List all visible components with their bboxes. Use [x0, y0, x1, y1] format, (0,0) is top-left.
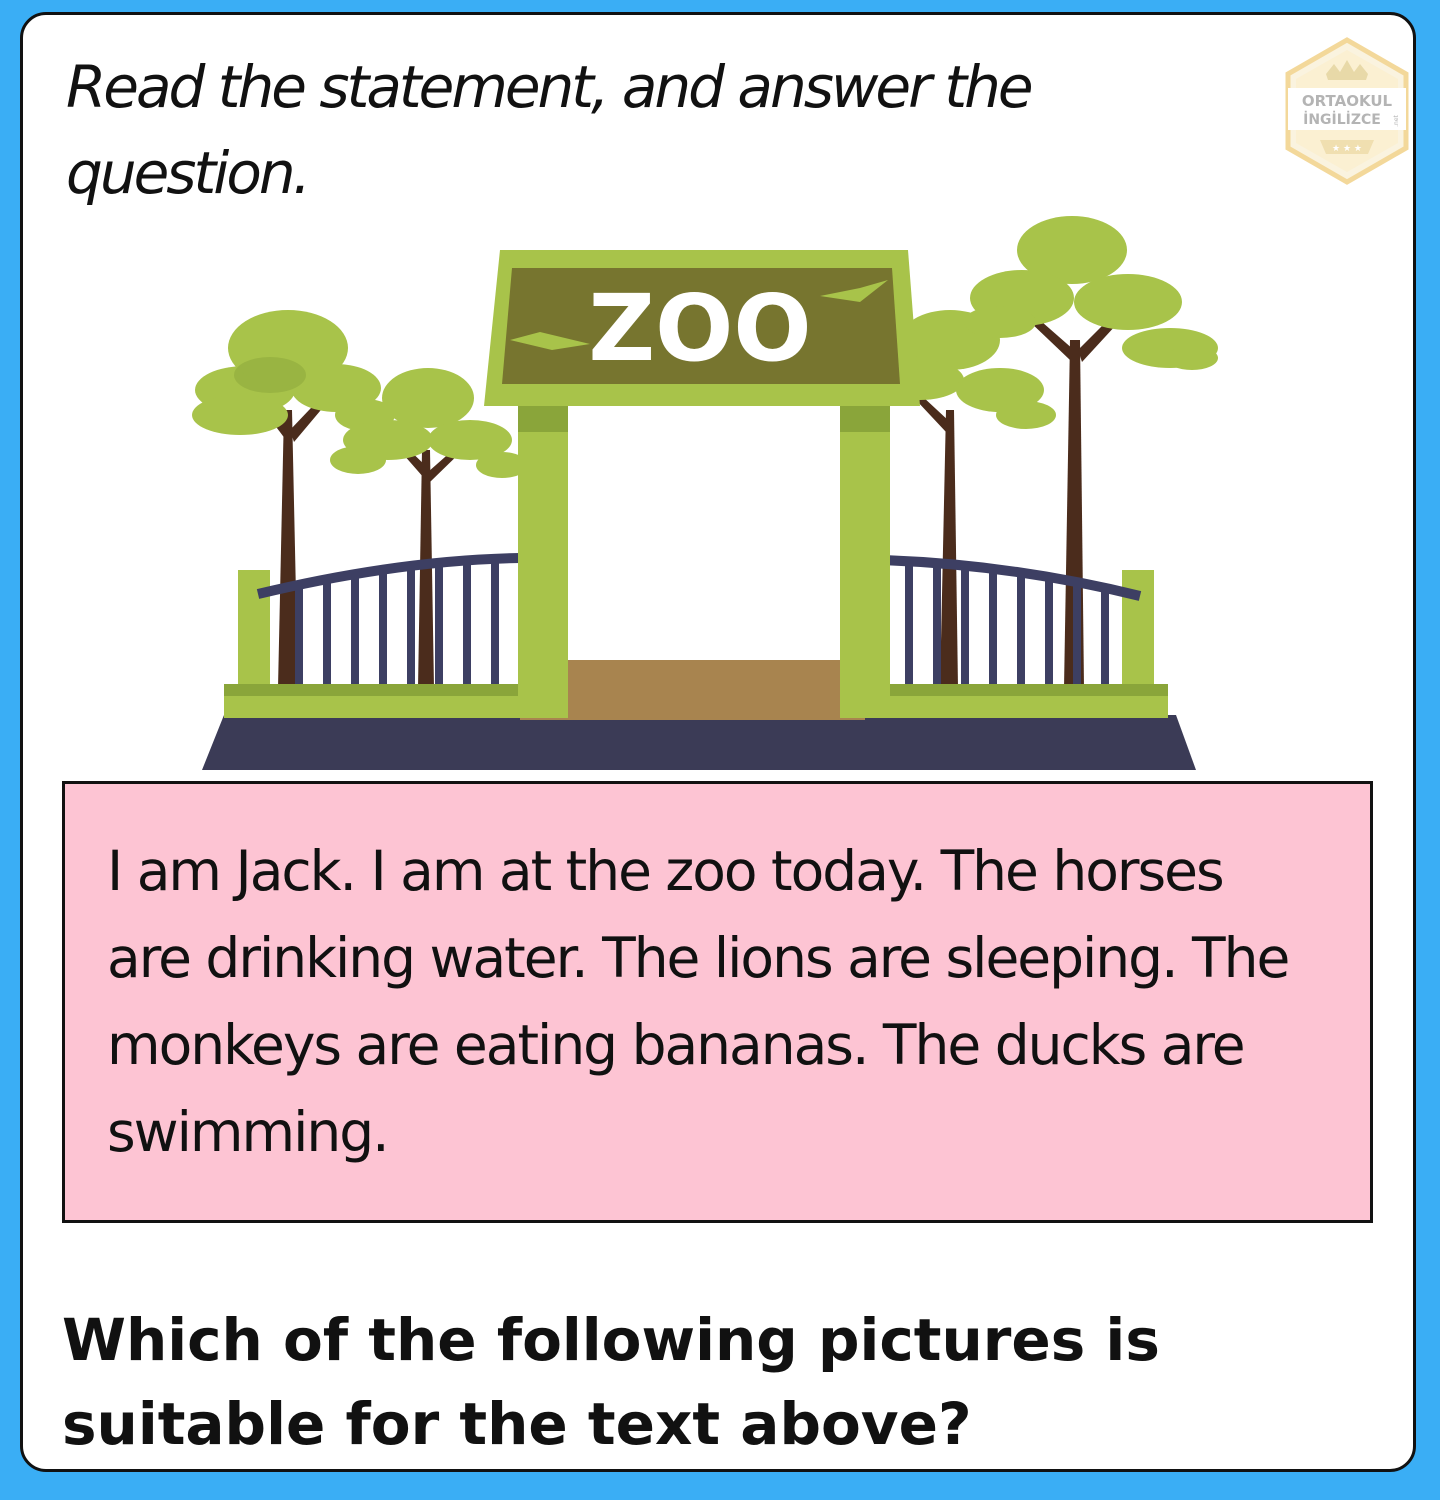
- fence-right: [879, 555, 1168, 718]
- zoo-sign-text: ZOO: [588, 275, 811, 382]
- tree-left-tall: [192, 310, 395, 688]
- ground-base: [202, 715, 1196, 770]
- instruction-text: Read the statement, and answer the quest…: [66, 53, 1034, 207]
- gate-pillar-right: [840, 400, 890, 718]
- site-logo: ORTAOKUL İNGİLİZCE .net ★ ★ ★: [1285, 37, 1409, 185]
- svg-text:★ ★ ★: ★ ★ ★: [1332, 144, 1362, 154]
- statement-text: I am Jack. I am at the zoo today. The ho…: [107, 839, 1290, 1164]
- logo-suffix: .net: [1393, 114, 1400, 126]
- logo-line1: ORTAOKUL: [1302, 92, 1393, 110]
- zoo-sign: ZOO: [484, 250, 920, 406]
- logo-line2: İNGİLİZCE: [1303, 111, 1381, 128]
- path: [520, 660, 865, 720]
- statement-box: I am Jack. I am at the zoo today. The ho…: [62, 781, 1373, 1223]
- tree-right-tall: [964, 216, 1218, 688]
- gate-pillar-left: [518, 400, 568, 718]
- zoo-gate-illustration: ZOO: [192, 216, 1218, 770]
- question-text: Which of the following pictures is suita…: [62, 1306, 1160, 1458]
- fence-left: [224, 553, 524, 718]
